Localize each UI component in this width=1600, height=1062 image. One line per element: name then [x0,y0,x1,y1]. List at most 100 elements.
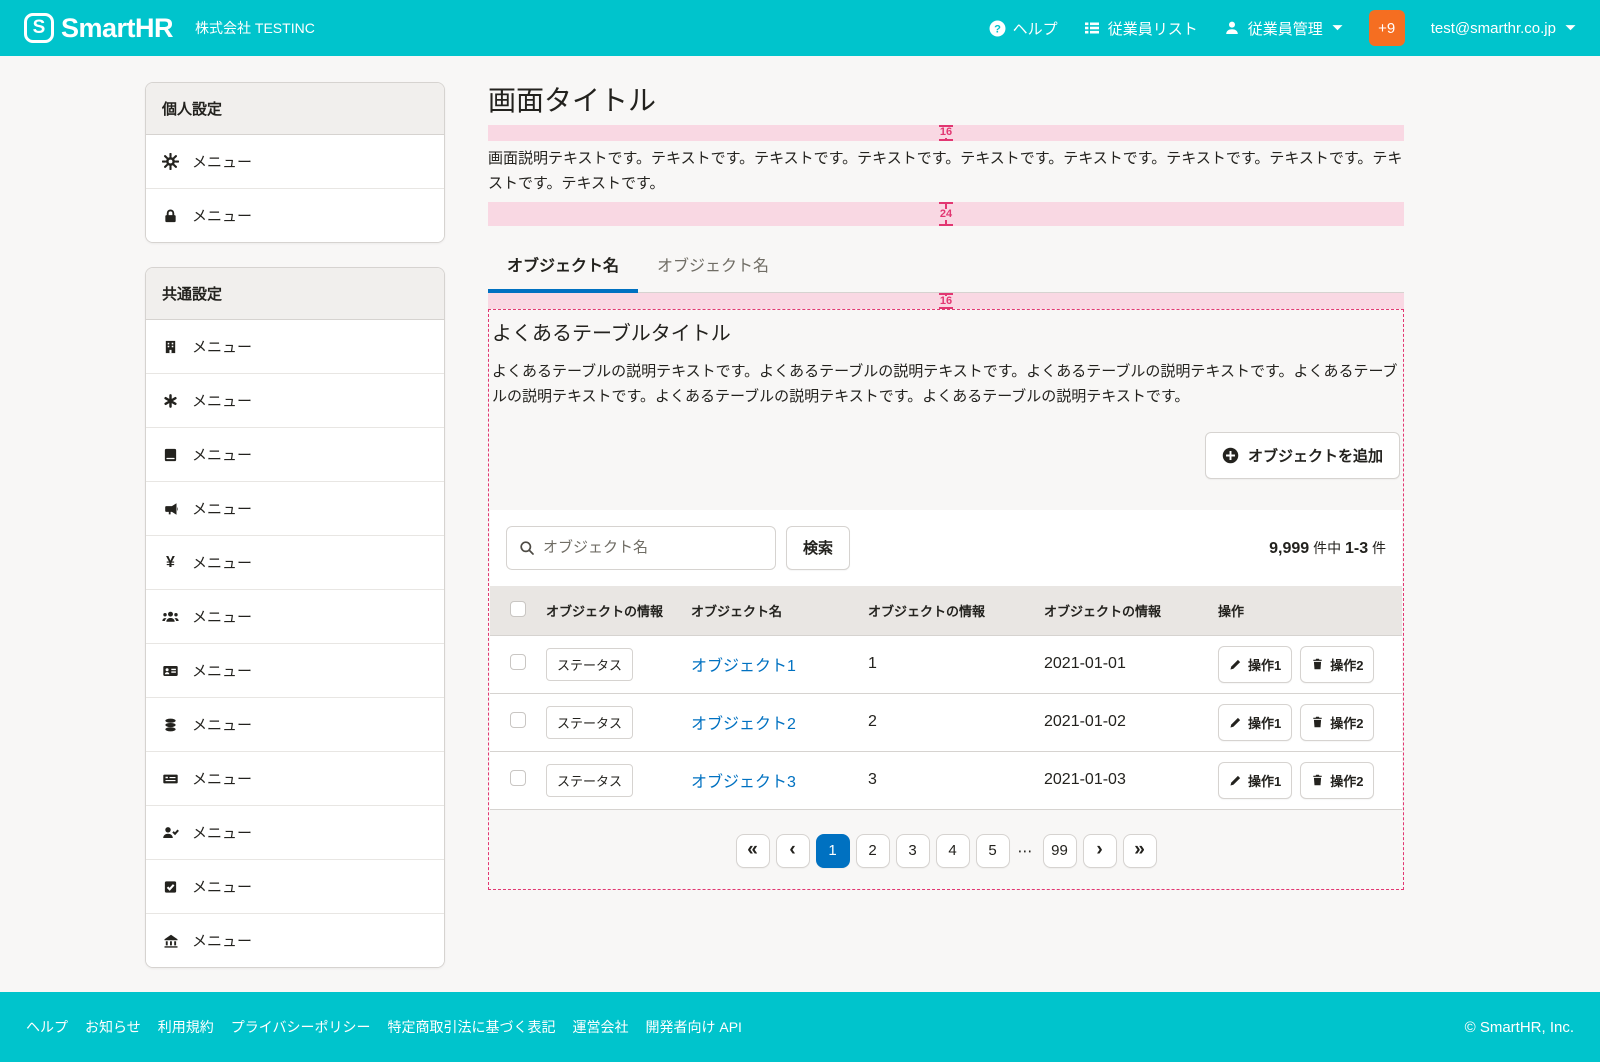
pagination-page-3[interactable]: 3 [896,834,930,868]
help-link[interactable]: ? ヘルプ [989,18,1058,39]
object-table: オブジェクトの情報 オブジェクト名 オブジェクトの情報 オブジェクトの情報 操作… [490,586,1402,810]
employee-admin-menu[interactable]: 従業員管理 [1224,18,1343,39]
account-menu[interactable]: test@smarthr.co.jp [1431,20,1576,37]
sidebar-item-menu[interactable]: メニュー [146,860,444,914]
footer-link-help[interactable]: ヘルプ [26,1017,68,1037]
sidebar-item-menu[interactable]: メニュー [146,698,444,752]
footer-link-terms[interactable]: 利用規約 [158,1017,214,1037]
table-header-row: オブジェクトの情報 オブジェクト名 オブジェクトの情報 オブジェクトの情報 操作 [490,586,1402,636]
bullhorn-icon [162,500,179,517]
book-icon [162,446,179,463]
footer-link-company[interactable]: 運営会社 [572,1017,628,1037]
tab-object-1[interactable]: オブジェクト名 [488,240,638,293]
action1-button[interactable]: 操作1 [1218,704,1292,741]
user-check-icon [162,824,179,841]
smarthr-logo-text: SmartHR [61,13,173,44]
pagination-first-button[interactable]: « [736,834,770,868]
header-right: ? ヘルプ 従業員リスト 従業員管理 +9 test@smarthr.co.jp [989,10,1576,46]
app-footer: ヘルプ お知らせ 利用規約 プライバシーポリシー 特定商取引法に基づく表記 運営… [0,992,1600,1062]
footer-link-developer-api[interactable]: 開発者向け API [645,1017,741,1037]
yen-icon: ¥ [162,554,179,571]
action1-button[interactable]: 操作1 [1218,762,1292,799]
action2-button[interactable]: 操作2 [1300,704,1374,741]
footer-link-privacy[interactable]: プライバシーポリシー [231,1017,371,1037]
tab-bar: オブジェクト名 オブジェクト名 [488,240,1404,293]
help-link-label: ヘルプ [1013,18,1058,39]
table-card: 検索 9,999 件中 1-3 件 オブジェクトの情報 オブジェクト名 [490,510,1402,810]
row-checkbox[interactable] [510,712,526,728]
notification-badge[interactable]: +9 [1369,10,1405,46]
plus-circle-icon [1222,447,1239,464]
smarthr-logo-icon: S [24,13,54,43]
sidebar-item-menu[interactable]: メニュー [146,320,444,374]
sidebar-item-menu[interactable]: メニュー [146,428,444,482]
footer-link-commercial-law[interactable]: 特定商取引法に基づく表記 [387,1017,555,1037]
row-checkbox[interactable] [510,770,526,786]
sidebar-group-personal: 個人設定 メニュー メニュー [145,82,445,243]
object-link[interactable]: オブジェクト2 [691,716,796,733]
total-unit: 件中 [1313,540,1341,556]
row-actions: 操作1 操作2 [1218,646,1394,683]
pagination-page-4[interactable]: 4 [936,834,970,868]
account-email: test@smarthr.co.jp [1431,20,1556,37]
sidebar-item-label: メニュー [192,606,252,627]
pagination-page-99[interactable]: 99 [1043,834,1077,868]
sidebar-item-menu[interactable]: メニュー [146,590,444,644]
action2-button[interactable]: 操作2 [1300,762,1374,799]
sidebar-item-menu[interactable]: メニュー [146,482,444,536]
search-button[interactable]: 検索 [786,526,850,570]
object-value: 3 [860,751,1036,809]
select-all-checkbox[interactable] [510,601,526,617]
sidebar-item-menu[interactable]: メニュー [146,914,444,967]
check-square-icon [162,878,179,895]
users-icon [162,608,179,625]
building-icon [162,338,179,355]
object-value: 2 [860,693,1036,751]
pagination-page-5[interactable]: 5 [976,834,1010,868]
sidebar-item-menu[interactable]: メニュー [146,752,444,806]
pagination-page-1[interactable]: 1 [816,834,850,868]
add-object-button[interactable]: オブジェクトを追加 [1205,432,1400,479]
sidebar-item-menu[interactable]: メニュー [146,189,444,242]
action1-button[interactable]: 操作1 [1218,646,1292,683]
search-input[interactable] [543,539,763,556]
employee-admin-label: 従業員管理 [1248,18,1323,39]
pencil-icon [1229,716,1242,729]
sidebar-item-menu[interactable]: メニュー [146,644,444,698]
sidebar: 個人設定 メニュー メニュー 共通設定 メニュー [145,82,445,992]
footer-link-news[interactable]: お知らせ [85,1017,141,1037]
row-actions: 操作1 操作2 [1218,762,1394,799]
list-icon [1084,20,1101,37]
chevron-down-icon [1565,24,1576,32]
pagination-prev-button[interactable]: ‹ [776,834,810,868]
asterisk-icon [162,392,179,409]
pagination-page-2[interactable]: 2 [856,834,890,868]
pagination-last-button[interactable]: » [1123,834,1157,868]
app-header: S SmartHR 株式会社 TESTINC ? ヘルプ 従業員リスト 従業員管… [0,0,1600,56]
company-name: 株式会社 TESTINC [195,18,315,38]
employee-list-link[interactable]: 従業員リスト [1084,18,1198,39]
column-header: 操作 [1210,586,1402,636]
column-header: オブジェクトの情報 [860,586,1036,636]
action2-button[interactable]: 操作2 [1300,646,1374,683]
object-link[interactable]: オブジェクト1 [691,658,796,675]
row-checkbox[interactable] [510,654,526,670]
status-badge: ステータス [546,706,633,739]
sidebar-item-menu[interactable]: メニュー [146,135,444,189]
smarthr-logo[interactable]: S SmartHR [24,13,173,44]
main-content: 画面タイトル 16 画面説明テキストです。テキストです。テキストです。テキストで… [488,86,1404,890]
sidebar-group-title: 共通設定 [146,268,444,320]
spacing-annotation-16: 16 [488,293,1404,309]
pagination-next-button[interactable]: › [1083,834,1117,868]
sidebar-item-label: メニュー [192,205,252,226]
sidebar-item-menu[interactable]: メニュー [146,374,444,428]
tab-object-2[interactable]: オブジェクト名 [638,240,788,293]
sidebar-item-menu[interactable]: ¥ メニュー [146,536,444,590]
action2-label: 操作2 [1330,771,1363,790]
object-link[interactable]: オブジェクト3 [691,774,796,791]
sidebar-item-label: メニュー [192,822,252,843]
spacing-value: 16 [939,127,953,138]
table-row: ステータス オブジェクト2 2 2021-01-02 操作1 [490,693,1402,751]
sidebar-item-menu[interactable]: メニュー [146,806,444,860]
page-description: 画面説明テキストです。テキストです。テキストです。テキストです。テキストです。テ… [488,147,1404,197]
